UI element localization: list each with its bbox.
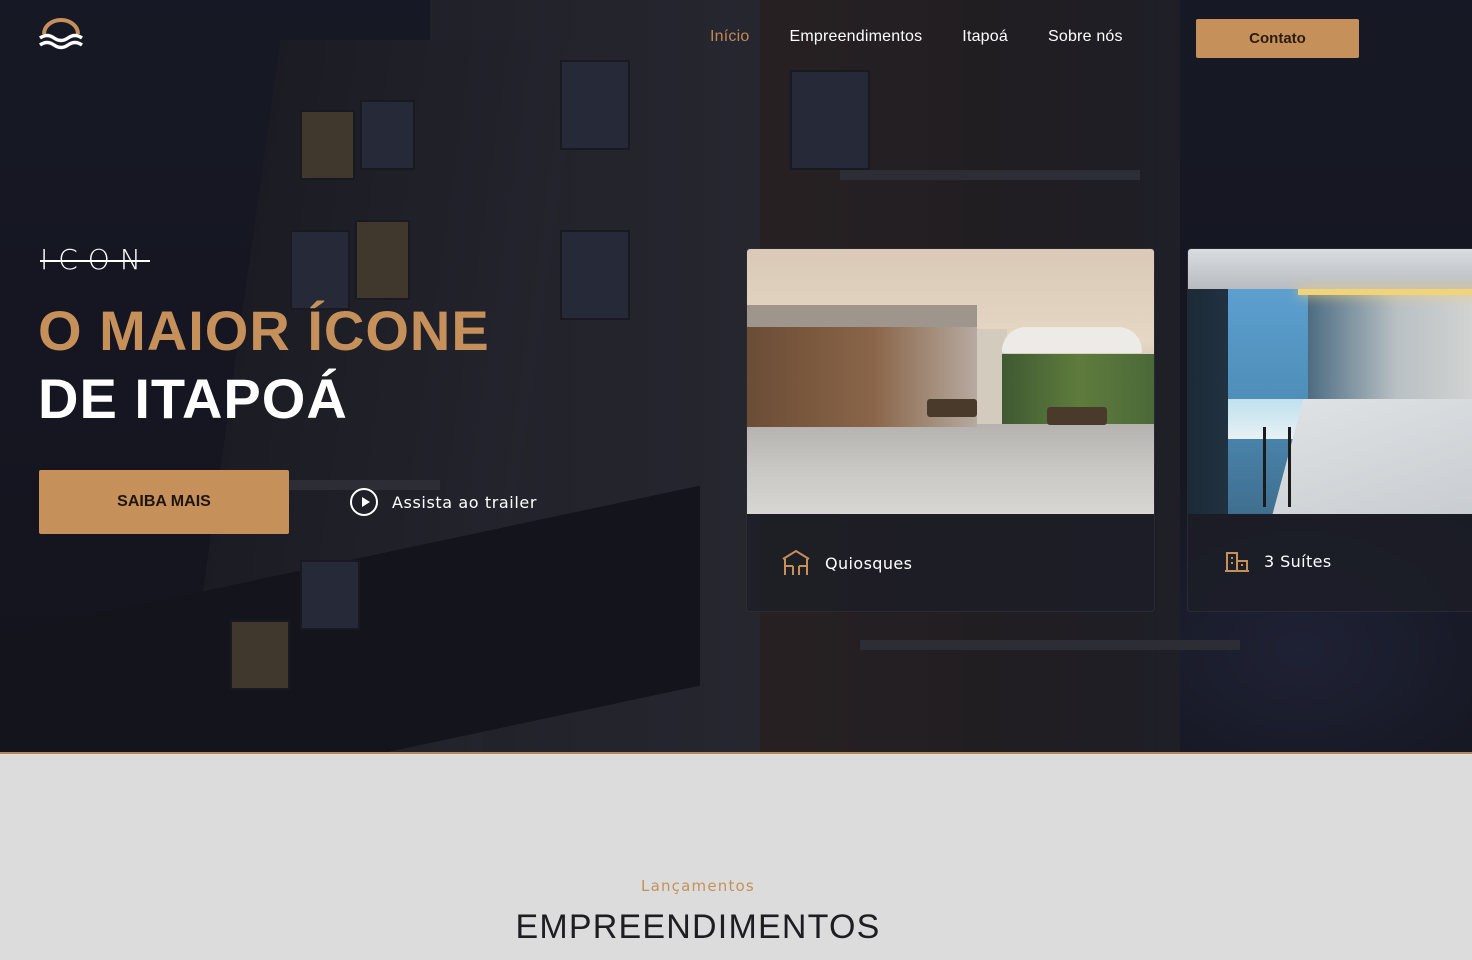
section-title: EMPREENDIMENTOS (515, 908, 881, 946)
play-icon[interactable] (350, 488, 378, 516)
interior-image (1188, 249, 1472, 514)
nav-link-sobre-nos[interactable]: Sobre nós (1048, 28, 1123, 46)
hero-banner: Início Empreendimentos Itapoá Sobre nós … (0, 0, 1472, 754)
feature-caption: 3 Suítes (1224, 549, 1332, 573)
feature-label: Quiosques (825, 553, 913, 573)
brand-strike-line (40, 260, 150, 262)
nav-link-empreendimentos[interactable]: Empreendimentos (789, 28, 922, 46)
main-nav: Início Empreendimentos Itapoá Sobre nós (710, 28, 1123, 46)
feature-label: 3 Suítes (1264, 551, 1332, 571)
rooftop-terrace-image (747, 249, 1154, 514)
contact-button[interactable]: Contato (1196, 19, 1359, 58)
hero-title-line2: DE ITAPOÁ (38, 367, 348, 430)
building-icon (1225, 552, 1249, 572)
feature-card-suites[interactable]: 3 Suítes (1187, 248, 1472, 612)
section-kicker: Lançamentos (641, 877, 755, 895)
logo-icon[interactable] (38, 18, 84, 54)
nav-link-inicio[interactable]: Início (710, 28, 749, 46)
feature-caption: Quiosques (781, 549, 912, 577)
nav-link-itapoa[interactable]: Itapoá (962, 28, 1008, 46)
kiosk-icon (782, 549, 810, 575)
watch-trailer-link[interactable]: Assista ao trailer (350, 488, 537, 516)
feature-card-quiosques[interactable]: Quiosques (746, 248, 1155, 612)
saiba-mais-button[interactable]: SAIBA MAIS (39, 470, 289, 534)
hero-title-line1: O MAIOR ÍCONE (38, 299, 490, 362)
trailer-label: Assista ao trailer (392, 492, 538, 512)
